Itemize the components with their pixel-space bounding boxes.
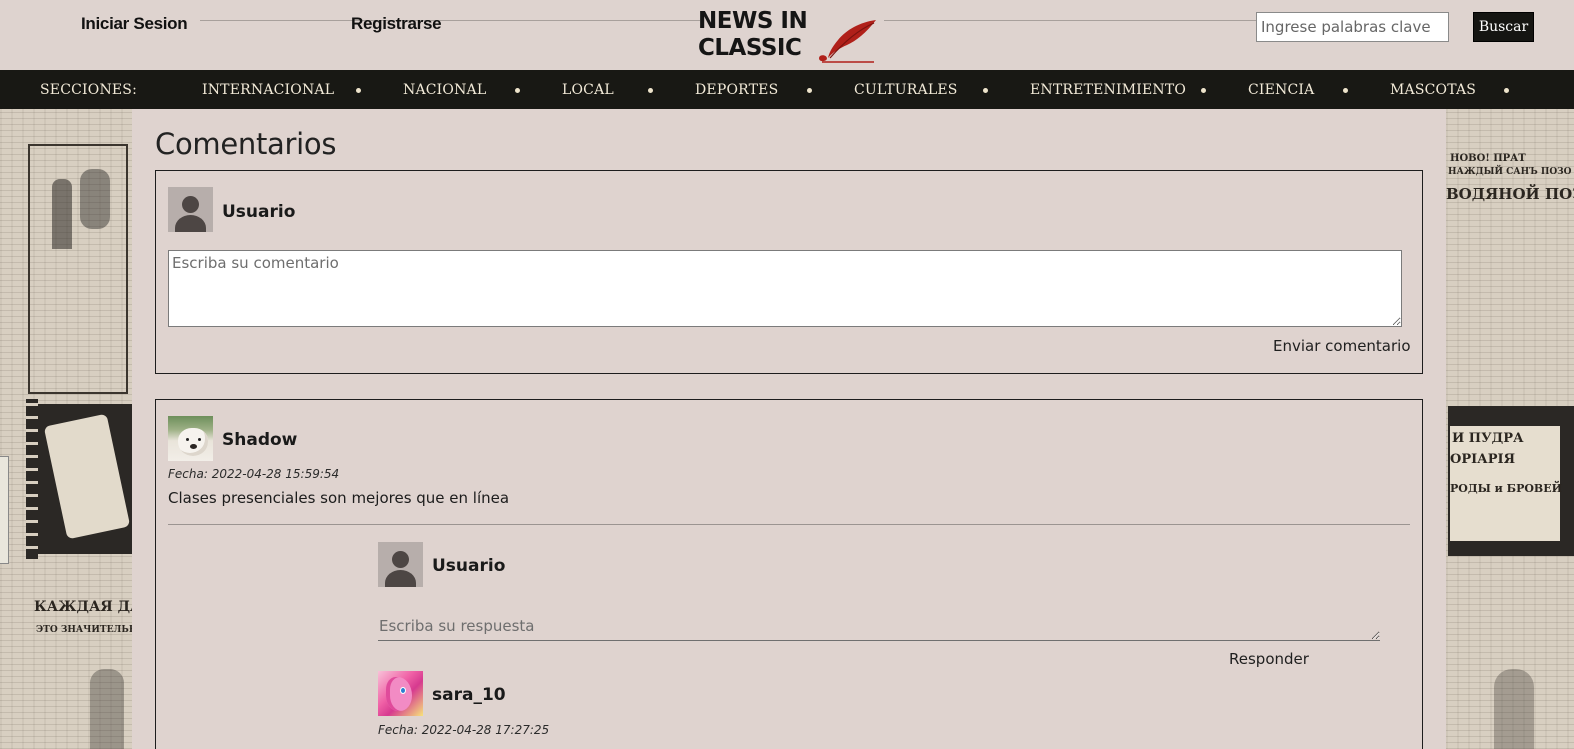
engraving-figure: [80, 169, 110, 229]
quill-icon: [819, 20, 876, 63]
register-link[interactable]: Registrarse: [351, 14, 442, 34]
newspaper-headline-graphic: И ПУДРА: [1452, 431, 1524, 446]
thread-divider: [168, 524, 1410, 525]
nav-item-local[interactable]: LOCAL: [562, 82, 614, 98]
logo-line-2: CLASSIC: [698, 35, 802, 61]
nav-separator: [983, 88, 988, 93]
nav-separator: [1201, 88, 1206, 93]
reply-button[interactable]: Responder: [1229, 650, 1309, 668]
comment-date: Fecha: 2022-04-28 15:59:54: [168, 467, 340, 481]
comment-author-name: Shadow: [222, 430, 298, 450]
engraving-figure: [52, 179, 72, 249]
newspaper-background-right: НОВО! ПРАТ НАЖДЫЙ САНЪ ПОЗО ВОДЯНОЙ ПОЗО…: [1446, 109, 1574, 749]
submit-comment-button[interactable]: Enviar comentario: [1273, 337, 1411, 355]
dog-eye: [186, 438, 189, 441]
reply-textarea[interactable]: [378, 613, 1380, 641]
search-button[interactable]: Buscar: [1473, 12, 1534, 42]
newspaper-headline-graphic: НОВО! ПРАТ: [1450, 153, 1526, 164]
sections-label: SECCIONES:: [40, 82, 138, 98]
engraving-figure: [1494, 669, 1534, 749]
newspaper-headline-graphic: РОДЫ и БРОВЕЙ: [1450, 482, 1562, 495]
nav-separator: [356, 88, 361, 93]
newspaper-headline-graphic: КАЖДАЯ ДА: [34, 599, 132, 615]
nav-separator: [1504, 88, 1509, 93]
comment-textarea[interactable]: [168, 250, 1402, 327]
pony-eye: [400, 687, 406, 694]
user-silhouette-body: [385, 570, 416, 587]
header-rule-right: [884, 20, 1256, 21]
ornament-strip: [26, 399, 38, 559]
user-silhouette-icon: [392, 551, 409, 568]
reply-avatar: [378, 671, 423, 716]
newspaper-subhead-graphic: ЭТО ЗНАЧИТЕЛЬНОЕ: [36, 625, 132, 635]
reply-user-avatar: [378, 542, 423, 587]
user-silhouette-icon: [182, 196, 199, 213]
top-header: Iniciar Sesion Registrarse NEWS IN CLASS…: [0, 0, 1574, 70]
newspaper-headline-graphic: ВОДЯНОЙ ПОЗО: [1446, 185, 1574, 203]
logo-text: NEWS IN CLASSIC: [698, 8, 808, 62]
page-title: Comentarios: [155, 127, 337, 161]
logo-line-1: NEWS IN: [698, 8, 808, 34]
dog-photo-icon: [178, 428, 208, 456]
reply-date: Fecha: 2022-04-28 17:27:25: [378, 723, 550, 737]
nav-separator: [807, 88, 812, 93]
header-rule-left: [200, 20, 700, 21]
nav-item-nacional[interactable]: NACIONAL: [403, 82, 486, 98]
newspaper-headline-graphic: ОРIАРIЯ: [1450, 452, 1516, 467]
edge-tab[interactable]: [0, 456, 9, 564]
sections-nav: SECCIONES: INTERNACIONAL NACIONAL LOCAL …: [0, 70, 1574, 109]
newspaper-background-left: КАЖДАЯ ДА ЭТО ЗНАЧИТЕЛЬНОЕ: [0, 109, 132, 749]
nav-item-deportes[interactable]: DEPORTES: [695, 82, 778, 98]
reply-author-name: sara_10: [432, 685, 506, 705]
newspaper-headline-graphic: НАЖДЫЙ САНЪ ПОЗО: [1448, 167, 1572, 177]
engraving-frame: [28, 144, 128, 394]
site-logo[interactable]: NEWS IN CLASSIC: [698, 8, 884, 64]
commenter-avatar: [168, 416, 213, 461]
nav-item-internacional[interactable]: INTERNACIONAL: [202, 82, 334, 98]
user-silhouette-body: [175, 215, 206, 232]
comment-thread-card: Shadow Fecha: 2022-04-28 15:59:54 Clases…: [155, 399, 1423, 749]
comment-author-name: Usuario: [222, 202, 296, 222]
dog-eye: [198, 438, 201, 441]
main-content: Comentarios Usuario Enviar comentario Sh…: [132, 109, 1446, 749]
comment-body: Clases presenciales son mejores que en l…: [168, 489, 510, 507]
user-avatar: [168, 187, 213, 232]
new-comment-card: Usuario Enviar comentario: [155, 170, 1423, 374]
nav-item-ciencia[interactable]: CIENCIA: [1248, 82, 1314, 98]
nav-item-mascotas[interactable]: MASCOTAS: [1390, 82, 1476, 98]
engraving-figure: [90, 669, 124, 749]
nav-separator: [648, 88, 653, 93]
nav-item-entretenimiento[interactable]: ENTRETENIMIENTO: [1030, 82, 1186, 98]
reply-author-name: Usuario: [432, 556, 506, 576]
nav-separator: [515, 88, 520, 93]
dog-nose: [190, 444, 197, 449]
login-link[interactable]: Iniciar Sesion: [81, 14, 188, 34]
nav-separator: [1343, 88, 1348, 93]
nav-item-culturales[interactable]: CULTURALES: [854, 82, 958, 98]
search-input[interactable]: [1256, 12, 1449, 42]
pony-avatar-icon: [386, 677, 412, 711]
